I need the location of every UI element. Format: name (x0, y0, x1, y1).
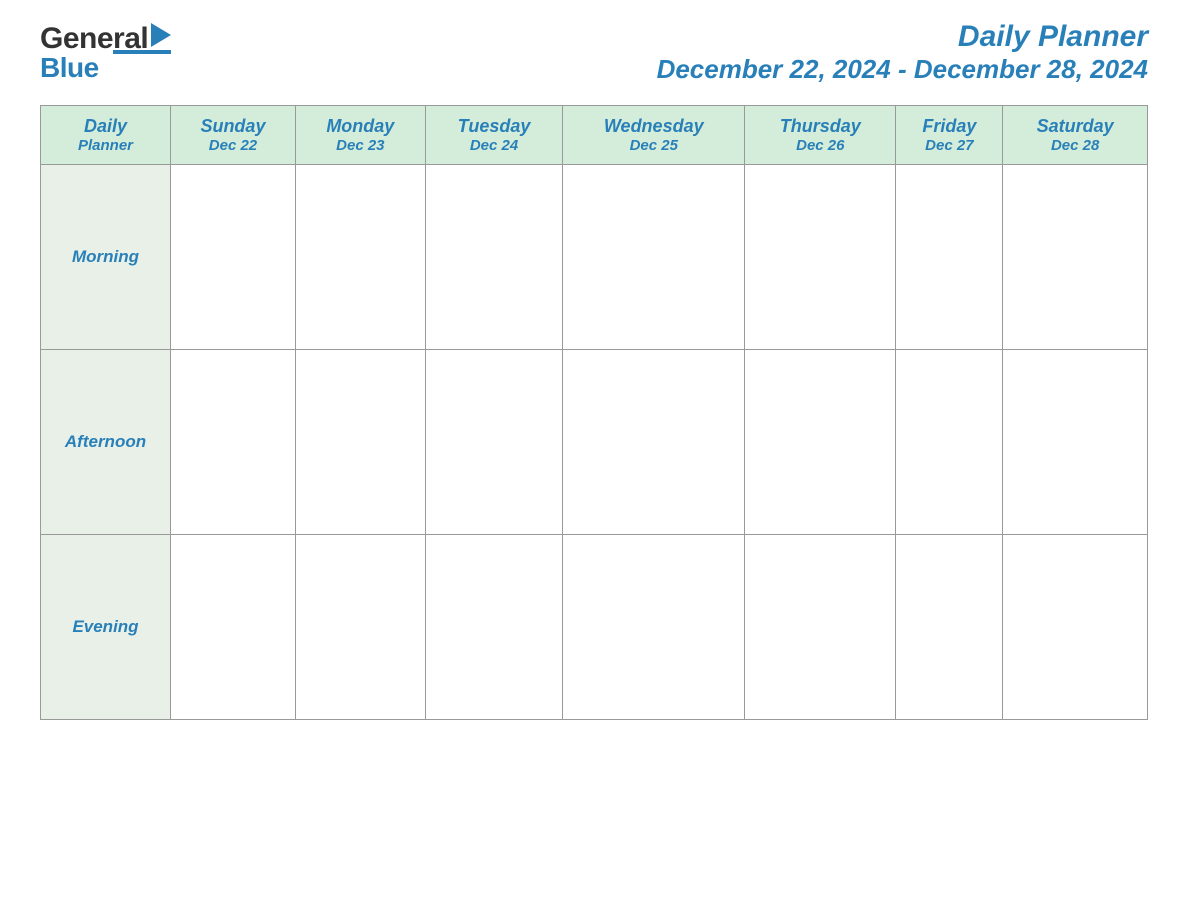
logo-triangle-icon (151, 23, 171, 47)
header-tuesday: Tuesday Dec 24 (425, 106, 563, 165)
table-row-evening: Evening (41, 535, 1148, 720)
logo-underline (113, 50, 171, 54)
page-title: Daily Planner (657, 20, 1148, 54)
table-row-morning: Morning (41, 165, 1148, 350)
afternoon-sunday[interactable] (171, 350, 296, 535)
morning-sunday[interactable] (171, 165, 296, 350)
afternoon-wednesday[interactable] (563, 350, 745, 535)
afternoon-thursday[interactable] (745, 350, 896, 535)
header-friday: Friday Dec 27 (896, 106, 1003, 165)
header-thursday: Thursday Dec 26 (745, 106, 896, 165)
logo-icon (151, 23, 171, 54)
evening-wednesday[interactable] (563, 535, 745, 720)
header-sunday: Sunday Dec 22 (171, 106, 296, 165)
evening-monday[interactable] (295, 535, 425, 720)
afternoon-saturday[interactable] (1003, 350, 1148, 535)
evening-thursday[interactable] (745, 535, 896, 720)
page-header: General Blue Daily Planner December 22, … (40, 20, 1148, 85)
morning-monday[interactable] (295, 165, 425, 350)
evening-label: Evening (41, 535, 171, 720)
morning-label: Morning (41, 165, 171, 350)
morning-friday[interactable] (896, 165, 1003, 350)
evening-sunday[interactable] (171, 535, 296, 720)
morning-thursday[interactable] (745, 165, 896, 350)
header-daily-planner: Daily Planner (41, 106, 171, 165)
afternoon-tuesday[interactable] (425, 350, 563, 535)
table-row-afternoon: Afternoon (41, 350, 1148, 535)
logo-text-blue: Blue (40, 52, 99, 84)
logo: General Blue (40, 22, 171, 84)
date-range: December 22, 2024 - December 28, 2024 (657, 54, 1148, 85)
morning-saturday[interactable] (1003, 165, 1148, 350)
afternoon-label: Afternoon (41, 350, 171, 535)
morning-wednesday[interactable] (563, 165, 745, 350)
header-wednesday: Wednesday Dec 25 (563, 106, 745, 165)
afternoon-monday[interactable] (295, 350, 425, 535)
evening-tuesday[interactable] (425, 535, 563, 720)
evening-friday[interactable] (896, 535, 1003, 720)
title-block: Daily Planner December 22, 2024 - Decemb… (657, 20, 1148, 85)
evening-saturday[interactable] (1003, 535, 1148, 720)
table-header-row: Daily Planner Sunday Dec 22 Monday Dec 2… (41, 106, 1148, 165)
planner-table: Daily Planner Sunday Dec 22 Monday Dec 2… (40, 105, 1148, 720)
header-saturday: Saturday Dec 28 (1003, 106, 1148, 165)
afternoon-friday[interactable] (896, 350, 1003, 535)
header-monday: Monday Dec 23 (295, 106, 425, 165)
morning-tuesday[interactable] (425, 165, 563, 350)
